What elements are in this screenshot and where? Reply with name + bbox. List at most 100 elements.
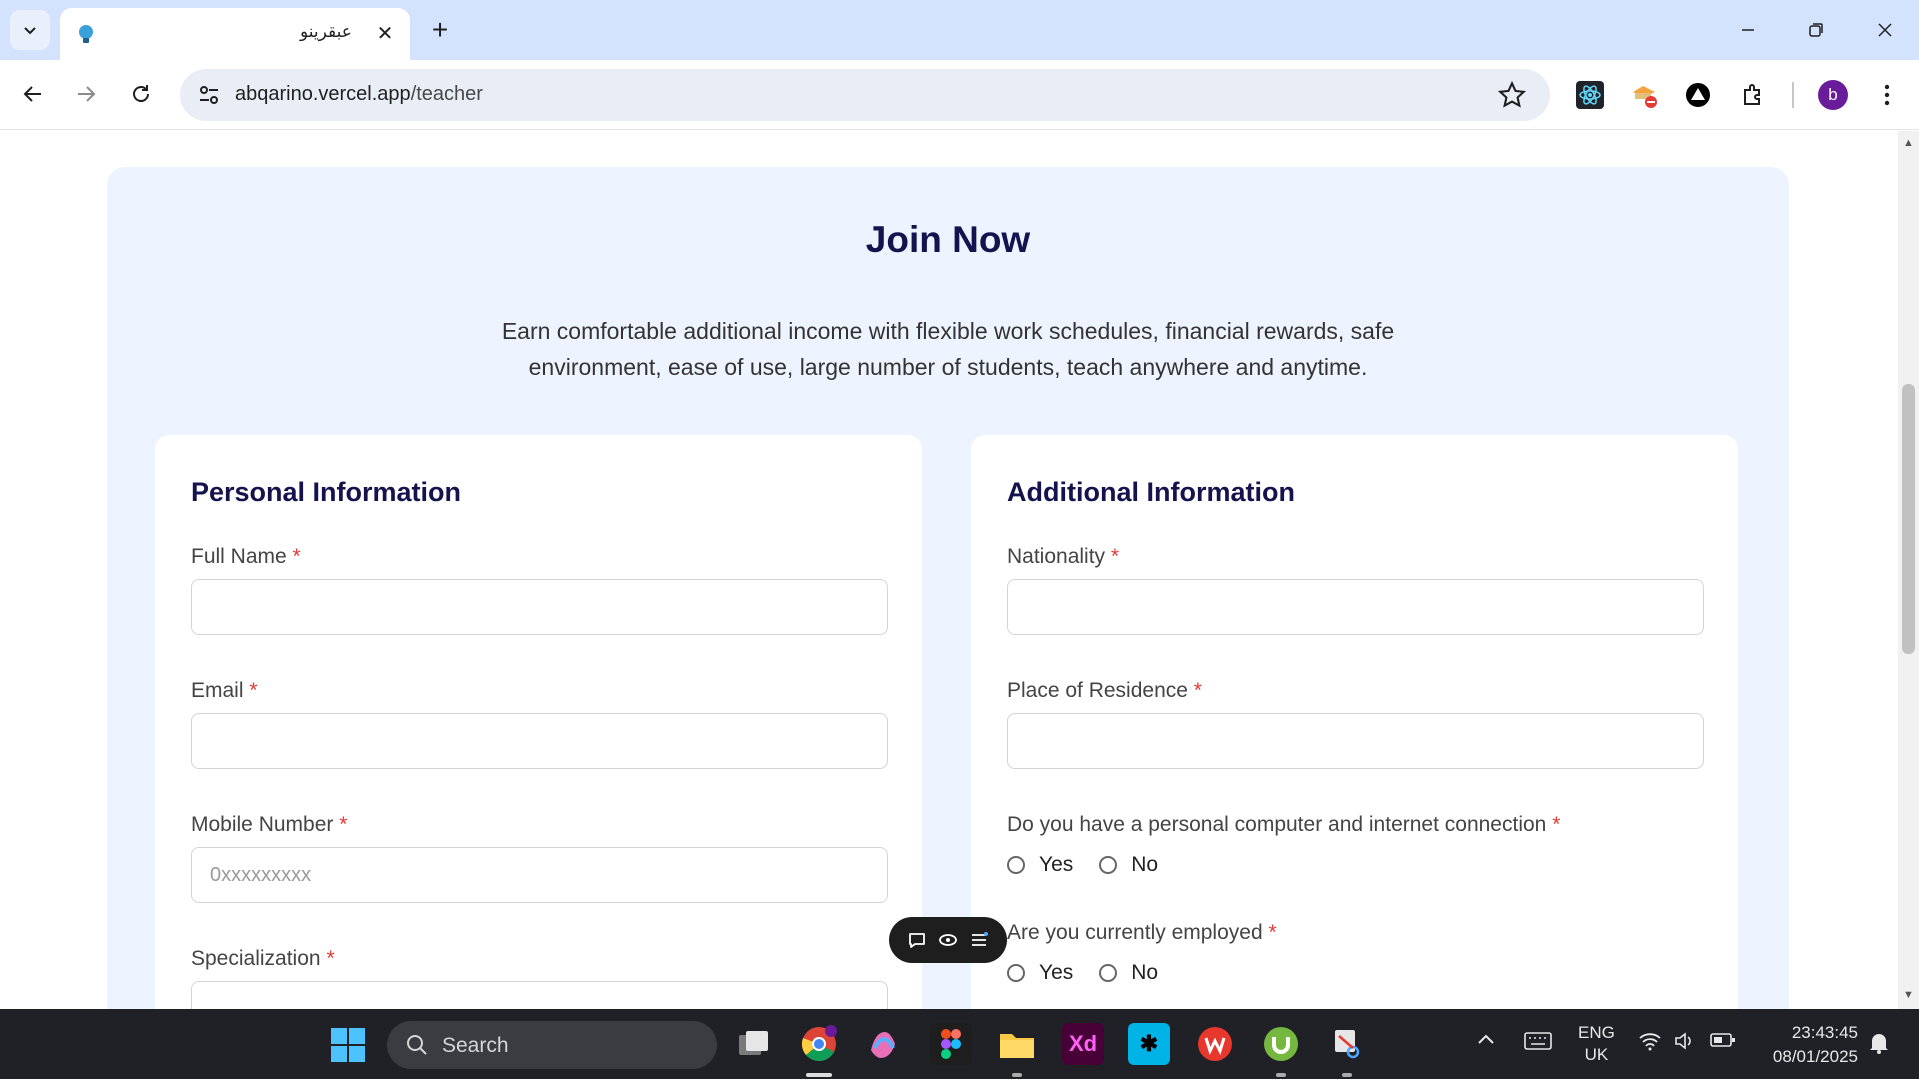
employed-question-label: Are you currently employed * xyxy=(1007,921,1277,945)
mobile-label-text: Mobile Number xyxy=(191,813,334,836)
copilot-icon[interactable] xyxy=(862,1023,904,1065)
nationality-label-text: Nationality xyxy=(1007,545,1106,568)
tab-close-icon[interactable]: ✕ xyxy=(372,20,398,46)
utorrent-icon[interactable] xyxy=(1260,1023,1302,1065)
page-title: Join Now xyxy=(865,219,1031,260)
specialization-label-text: Specialization xyxy=(191,947,321,970)
join-now-section: Join Now Earn comfortable additional inc… xyxy=(107,167,1789,1009)
menu-list-icon[interactable] xyxy=(968,929,990,951)
comment-icon[interactable] xyxy=(906,929,928,951)
full-name-input[interactable] xyxy=(191,579,888,635)
mobile-number-input[interactable] xyxy=(191,847,888,903)
new-tab-button[interactable]: + xyxy=(422,12,458,48)
email-input[interactable] xyxy=(191,713,888,769)
arrow-right-icon xyxy=(78,86,96,102)
required-mark: * xyxy=(249,679,258,702)
restore-button[interactable] xyxy=(1792,8,1840,52)
adobe-xd-icon[interactable]: Xd xyxy=(1062,1023,1104,1065)
nationality-input[interactable] xyxy=(1007,579,1704,635)
task-view-icon[interactable] xyxy=(733,1023,775,1065)
clock[interactable]: 23:43:45 08/01/2025 xyxy=(1758,1021,1858,1069)
residence-label-text: Place of Residence xyxy=(1007,679,1188,702)
required-mark: * xyxy=(1552,813,1561,836)
full-name-label-text: Full Name xyxy=(191,545,287,568)
computer-yes-option[interactable]: Yes xyxy=(1007,853,1073,877)
clock-date: 08/01/2025 xyxy=(1772,1047,1858,1066)
employed-yes-option[interactable]: Yes xyxy=(1007,961,1073,985)
bookmark-star-icon[interactable] xyxy=(1498,81,1526,109)
volume-icon[interactable] xyxy=(1674,1031,1696,1056)
employed-radio-group: Yes No xyxy=(1007,961,1184,985)
asterisk-app-icon[interactable]: ✱ xyxy=(1128,1023,1170,1065)
yes-label: Yes xyxy=(1039,853,1074,876)
wifi-icon[interactable] xyxy=(1638,1031,1662,1056)
profile-avatar[interactable]: b xyxy=(1818,80,1848,110)
radio-button[interactable] xyxy=(1007,964,1025,982)
tab-search-button[interactable] xyxy=(10,10,50,50)
extensions-puzzle-icon[interactable] xyxy=(1736,78,1770,112)
browser-toolbar: abqarino.vercel.app/teacher b xyxy=(0,60,1919,130)
employed-question-text: Are you currently employed xyxy=(1007,921,1263,944)
scroll-up-arrow-icon[interactable]: ▲ xyxy=(1903,137,1914,149)
page-viewport: Join Now Earn comfortable additional inc… xyxy=(0,131,1898,1009)
show-hidden-icons[interactable] xyxy=(1476,1031,1496,1051)
toolbar-divider xyxy=(1792,82,1794,108)
required-mark: * xyxy=(326,947,335,970)
email-label: Email * xyxy=(191,679,258,703)
radio-button[interactable] xyxy=(1099,856,1118,874)
react-devtools-extension-icon[interactable] xyxy=(1573,78,1607,112)
notification-bell-icon[interactable] xyxy=(1868,1031,1890,1060)
chrome-active-indicator xyxy=(806,1073,832,1077)
close-icon xyxy=(1878,23,1892,37)
radio-button[interactable] xyxy=(1099,964,1118,982)
reload-icon xyxy=(133,85,149,102)
chrome-icon[interactable] xyxy=(798,1023,840,1065)
menu-kebab-icon[interactable] xyxy=(1870,78,1904,112)
required-mark: * xyxy=(339,813,348,836)
battery-icon[interactable] xyxy=(1710,1031,1736,1054)
file-explorer-icon[interactable] xyxy=(996,1023,1038,1065)
additional-information-card: Additional Information Nationality * Pla… xyxy=(971,435,1738,1009)
computer-no-option[interactable]: No xyxy=(1099,853,1158,877)
computer-question-label: Do you have a personal computer and inte… xyxy=(1007,813,1560,837)
chevron-up-icon xyxy=(1478,1034,1494,1044)
required-mark: * xyxy=(1193,679,1202,702)
no-label: No xyxy=(1131,961,1159,984)
language-indicator[interactable]: ENG UK xyxy=(1578,1022,1615,1066)
radio-button[interactable] xyxy=(1007,856,1025,874)
explorer-indicator xyxy=(1012,1073,1022,1077)
forward-button[interactable] xyxy=(66,74,106,114)
eye-icon[interactable] xyxy=(937,929,959,951)
employed-no-option[interactable]: No xyxy=(1099,961,1158,985)
required-mark: * xyxy=(292,545,301,568)
snipping-tool-icon[interactable] xyxy=(1326,1023,1368,1065)
address-bar[interactable]: abqarino.vercel.app/teacher xyxy=(180,69,1550,121)
figma-icon[interactable] xyxy=(930,1023,972,1065)
extension-blocked-icon[interactable] xyxy=(1627,78,1661,112)
windows-start-icon[interactable] xyxy=(330,1027,366,1063)
specialization-input[interactable] xyxy=(191,981,888,1009)
back-button[interactable] xyxy=(13,74,53,114)
browser-tab-active[interactable]: عبقرينو ✕ xyxy=(60,8,410,60)
yes-label: Yes xyxy=(1039,961,1074,984)
reload-button[interactable] xyxy=(121,74,161,114)
place-of-residence-input[interactable] xyxy=(1007,713,1704,769)
scrollbar-thumb[interactable] xyxy=(1902,384,1915,654)
wps-office-icon[interactable] xyxy=(1194,1023,1236,1065)
page-scrollbar[interactable]: ▲ ▼ xyxy=(1898,131,1919,1009)
tab-title: عبقرينو xyxy=(300,22,352,41)
chevron-down-icon xyxy=(24,27,36,35)
triangle-extension-icon[interactable] xyxy=(1681,78,1715,112)
computer-question-text: Do you have a personal computer and inte… xyxy=(1007,813,1547,836)
windows-taskbar: Search Xd ✱ ENG UK 23:43:45 08/01/2025 xyxy=(0,1009,1919,1079)
taskbar-search[interactable]: Search xyxy=(387,1021,717,1069)
specialization-label: Specialization * xyxy=(191,947,335,971)
arrow-left-icon xyxy=(23,86,41,102)
snipping-indicator xyxy=(1342,1073,1352,1077)
minimize-icon xyxy=(1742,29,1754,31)
scroll-down-arrow-icon[interactable]: ▼ xyxy=(1903,989,1914,1001)
close-window-button[interactable] xyxy=(1861,8,1909,52)
site-settings-icon xyxy=(200,86,218,104)
minimize-button[interactable] xyxy=(1724,8,1772,52)
keyboard-icon[interactable] xyxy=(1524,1031,1552,1056)
